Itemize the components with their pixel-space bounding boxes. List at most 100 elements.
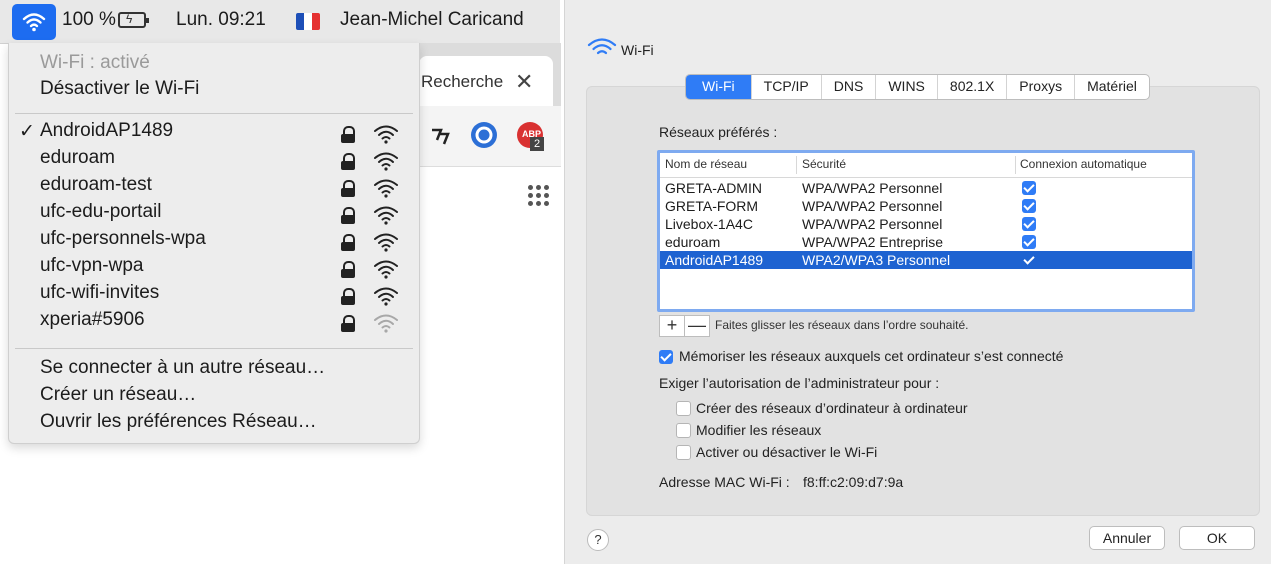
wifi-signal-icon xyxy=(373,177,399,204)
table-row[interactable]: GRETA-ADMIN WPA/WPA2 Personnel xyxy=(660,179,1192,197)
adblock-badge: 2 xyxy=(530,137,544,151)
tab-wi-fi[interactable]: Wi-Fi xyxy=(686,75,752,99)
network-item[interactable]: ✓ AndroidAP1489 xyxy=(9,120,419,147)
network-name: xperia#5906 xyxy=(40,309,145,330)
create-network-item[interactable]: Créer un réseau… xyxy=(40,384,196,406)
battery-percentage: 100 % xyxy=(62,9,116,30)
apps-grid-icon[interactable] xyxy=(528,185,550,207)
join-other-network-item[interactable]: Se connecter à un autre réseau… xyxy=(40,357,325,379)
sheet-title: Wi-Fi xyxy=(621,42,654,58)
table-row[interactable]: Livebox-1A4C WPA/WPA2 Personnel xyxy=(660,215,1192,233)
wifi-signal-icon xyxy=(373,150,399,177)
preferred-networks-table[interactable]: Nom de réseau Sécurité Connexion automat… xyxy=(657,150,1195,312)
wifi-toggle-item[interactable]: Désactiver le Wi-Fi xyxy=(40,78,199,100)
remember-networks-label: Mémoriser les réseaux auxquels cet ordin… xyxy=(679,348,1064,364)
network-item[interactable]: ufc-wifi-invites xyxy=(9,282,419,309)
network-name-cell: eduroam xyxy=(665,234,721,250)
network-item[interactable]: ufc-vpn-wpa xyxy=(9,255,419,282)
lock-icon xyxy=(341,315,355,332)
network-preferences-window: Wi-Fi Wi-Fi TCP/IP DNS WINS 802.1X Proxys Maté… xyxy=(564,0,1271,564)
admin-modify-networks-checkbox[interactable] xyxy=(676,423,691,438)
wifi-signal-icon xyxy=(373,204,399,231)
input-source-flag-icon[interactable] xyxy=(296,13,320,30)
tab-wins[interactable]: WINS xyxy=(876,75,938,99)
column-divider xyxy=(796,156,797,174)
add-remove-controls: + — xyxy=(659,315,710,337)
mac-address-value: f8:ff:c2:09:d7:9a xyxy=(803,474,904,490)
table-row[interactable]: GRETA-FORM WPA/WPA2 Personnel xyxy=(660,197,1192,215)
admin-option-label: Modifier les réseaux xyxy=(696,422,822,438)
admin-option-label: Activer ou désactiver le Wi-Fi xyxy=(696,444,878,460)
browser-toolbar: ABP 2 xyxy=(419,106,561,167)
remember-networks-checkbox[interactable] xyxy=(659,350,673,364)
tab-mat-riel[interactable]: Matériel xyxy=(1075,75,1149,99)
network-item[interactable]: eduroam-test xyxy=(9,174,419,201)
drag-hint-text: Faites glisser les réseaux dans l’ordre … xyxy=(715,318,969,332)
auto-connect-checkbox[interactable] xyxy=(1022,181,1036,195)
wifi-signal-icon xyxy=(373,231,399,258)
browser-tab[interactable]: Recherche ✕ xyxy=(419,56,553,106)
table-header: Nom de réseau Sécurité Connexion automat… xyxy=(660,153,1192,178)
tab-bar: Wi-Fi TCP/IP DNS WINS 802.1X Proxys Matériel xyxy=(685,74,1150,100)
auto-connect-checkbox[interactable] xyxy=(1022,199,1036,213)
column-header-security[interactable]: Sécurité xyxy=(802,157,846,171)
network-name: ufc-personnels-wpa xyxy=(40,228,206,249)
column-header-name[interactable]: Nom de réseau xyxy=(665,157,747,171)
network-name: ufc-edu-portail xyxy=(40,201,162,222)
tab-tcp-ip[interactable]: TCP/IP xyxy=(752,75,822,99)
tab-802-1x[interactable]: 802.1X xyxy=(938,75,1008,99)
adblock-icon[interactable]: ABP 2 xyxy=(517,122,544,151)
tab-dns[interactable]: DNS xyxy=(822,75,877,99)
lock-icon xyxy=(341,288,355,305)
menubar-clock[interactable]: Lun. 09:21 xyxy=(176,9,266,31)
preferred-networks-label: Réseaux préférés : xyxy=(659,124,778,140)
menubar-user-name[interactable]: Jean-Michel Caricand xyxy=(340,9,524,31)
network-name-cell: Livebox-1A4C xyxy=(665,216,753,232)
network-name: ufc-vpn-wpa xyxy=(40,255,144,276)
lock-icon xyxy=(341,153,355,170)
table-row[interactable]: AndroidAP1489 WPA2/WPA3 Personnel xyxy=(660,251,1192,269)
auto-connect-checkbox[interactable] xyxy=(1022,217,1036,231)
auto-connect-checkbox[interactable] xyxy=(1022,235,1036,249)
network-name-cell: GRETA-FORM xyxy=(665,198,759,214)
add-network-button[interactable]: + xyxy=(659,315,685,337)
wifi-signal-icon xyxy=(373,123,399,150)
wifi-status: Wi-Fi : activé xyxy=(40,52,150,73)
admin-create-computer-networks-checkbox[interactable] xyxy=(676,401,691,416)
extension-circle-icon[interactable] xyxy=(471,122,497,148)
connected-checkmark-icon: ✓ xyxy=(19,121,35,142)
wifi-signal-icon xyxy=(373,312,399,339)
ok-button[interactable]: OK xyxy=(1179,526,1255,550)
network-item[interactable]: ufc-edu-portail xyxy=(9,201,419,228)
lock-icon xyxy=(341,180,355,197)
auto-connect-checkbox[interactable] xyxy=(1022,253,1036,267)
wifi-signal-icon xyxy=(373,285,399,312)
admin-option-label: Créer des réseaux d’ordinateur à ordinat… xyxy=(696,400,968,416)
browser-window-fragment: Recherche ✕ ABP 2 xyxy=(418,43,561,235)
network-item[interactable]: xperia#5906 xyxy=(9,309,419,336)
admin-toggle-wifi-checkbox[interactable] xyxy=(676,445,691,460)
mac-address-label: Adresse MAC Wi-Fi : xyxy=(659,474,790,490)
column-header-auto-connect[interactable]: Connexion automatique xyxy=(1020,157,1147,171)
remove-network-button[interactable]: — xyxy=(685,315,710,337)
network-item[interactable]: ufc-personnels-wpa xyxy=(9,228,419,255)
network-item[interactable]: eduroam xyxy=(9,147,419,174)
network-name: eduroam-test xyxy=(40,174,152,195)
cancel-button[interactable]: Annuler xyxy=(1089,526,1165,550)
close-tab-icon[interactable]: ✕ xyxy=(515,69,533,95)
security-cell: WPA2/WPA3 Personnel xyxy=(802,252,951,268)
lock-icon xyxy=(341,234,355,251)
lock-icon xyxy=(341,207,355,224)
network-name: AndroidAP1489 xyxy=(40,120,174,141)
table-row[interactable]: eduroam WPA/WPA2 Entreprise xyxy=(660,233,1192,251)
menu-separator xyxy=(15,348,413,349)
wifi-menu-icon[interactable] xyxy=(12,4,56,40)
tab-proxys[interactable]: Proxys xyxy=(1007,75,1076,99)
column-divider xyxy=(1015,156,1016,174)
security-cell: WPA/WPA2 Personnel xyxy=(802,180,943,196)
help-button[interactable]: ? xyxy=(587,529,609,551)
menu-separator xyxy=(15,113,413,114)
battery-charging-icon[interactable]: ϟ xyxy=(118,12,149,28)
extension-icon[interactable] xyxy=(427,122,453,148)
open-network-prefs-item[interactable]: Ouvrir les préférences Réseau… xyxy=(40,411,317,433)
